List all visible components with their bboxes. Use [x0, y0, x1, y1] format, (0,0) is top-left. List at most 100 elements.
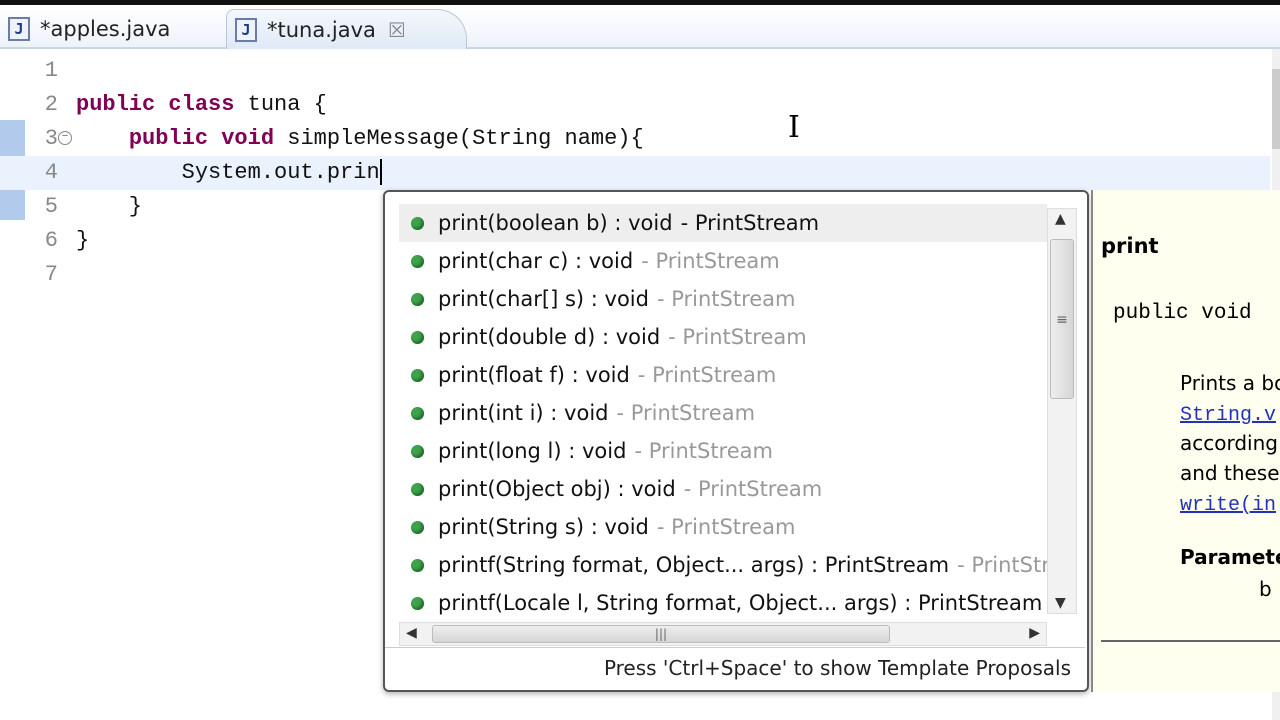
proposal-list[interactable]: print(boolean b) : void - PrintStream prin…	[399, 204, 1047, 624]
code-text: }	[76, 190, 142, 224]
proposal-item[interactable]: printf(String format, Object... args) : …	[399, 546, 1047, 584]
public-method-icon	[411, 368, 424, 382]
public-method-icon	[411, 254, 424, 268]
scroll-up-icon[interactable]: ▲	[1055, 211, 1066, 227]
proposal-declaring-type: - PrintStream	[680, 211, 820, 235]
scroll-left-icon[interactable]: ◀	[406, 625, 417, 641]
proposal-horizontal-scrollbar[interactable]: ◀ ||| ▶	[399, 622, 1047, 646]
proposal-signature: printf(Locale l, String format, Object..…	[438, 591, 1043, 615]
public-method-icon	[411, 444, 424, 458]
proposal-item[interactable]: print(boolean b) : void - PrintStream	[399, 204, 1047, 242]
public-method-icon	[411, 482, 424, 496]
proposal-signature: print(char[] s) : void	[438, 287, 649, 311]
proposal-signature: print(int i) : void	[438, 401, 609, 425]
code-text: }	[76, 224, 89, 258]
public-method-icon	[411, 216, 424, 230]
keyword: void	[221, 126, 275, 151]
doc-text: and these	[1180, 461, 1280, 485]
proposal-declaring-type: - PrintStream	[641, 249, 780, 273]
code-line[interactable]: 2 public class tuna {	[0, 88, 1270, 122]
tab-label: *tuna.java	[267, 17, 376, 42]
proposal-item[interactable]: print(String s) : void - PrintStream	[399, 508, 1047, 546]
code-line[interactable]: 3− public void simpleMessage(String name…	[0, 122, 1270, 156]
editor-tabs: J *apples.java J *tuna.java ☒	[0, 5, 1280, 49]
doc-param: b	[1259, 577, 1272, 601]
doc-signature: public void	[1113, 302, 1252, 325]
code-token: }	[76, 228, 90, 253]
proposal-declaring-type: - PrintStr	[957, 553, 1047, 577]
code-text: public class tuna {	[76, 88, 327, 122]
text-caret	[379, 159, 382, 186]
content-assist-popup: print(boolean b) : void - PrintStream prin…	[383, 190, 1089, 692]
public-method-icon	[411, 406, 424, 420]
code-token: tuna {	[234, 92, 327, 117]
public-method-icon	[411, 596, 424, 610]
proposal-declaring-type: - PrintStream	[656, 287, 796, 311]
proposal-item[interactable]: print(float f) : void - PrintStream	[399, 356, 1047, 394]
proposal-signature: print(double d) : void	[438, 325, 661, 349]
scroll-right-icon[interactable]: ▶	[1029, 625, 1040, 641]
proposal-declaring-type: - PrintStream	[637, 363, 777, 387]
tab-apples-java[interactable]: J *apples.java	[8, 9, 170, 49]
doc-title: print	[1101, 234, 1159, 258]
public-method-icon	[411, 558, 424, 572]
scroll-thumb[interactable]: |||	[432, 625, 890, 643]
keyword: class	[168, 92, 235, 117]
doc-params-heading: Paramete	[1180, 545, 1280, 569]
doc-text: Prints a bo	[1180, 371, 1280, 395]
doc-link[interactable]: write(in	[1180, 494, 1276, 517]
java-file-icon: J	[8, 17, 30, 41]
proposal-declaring-type: - PrintStream	[668, 325, 807, 349]
line-number: 7	[44, 262, 58, 287]
tab-label: *apples.java	[40, 17, 171, 41]
code-line[interactable]: 1	[0, 54, 1270, 88]
keyword: public	[76, 92, 156, 117]
proposal-item[interactable]: print(char c) : void - PrintStream	[399, 242, 1047, 280]
divider	[1101, 640, 1280, 642]
line-number: 1	[44, 58, 58, 83]
public-method-icon	[411, 330, 424, 344]
public-method-icon	[411, 520, 424, 534]
fold-toggle-icon[interactable]: −	[58, 131, 72, 145]
proposal-signature: print(boolean b) : void	[438, 211, 673, 235]
proposal-vertical-scrollbar[interactable]: ▲ ≡ ▼	[1047, 208, 1077, 614]
text-cursor-ibeam-icon: I	[788, 110, 800, 145]
doc-text: according	[1180, 431, 1278, 455]
scroll-down-icon[interactable]: ▼	[1055, 595, 1066, 611]
proposal-item[interactable]: printf(Locale l, String format, Object..…	[399, 584, 1047, 622]
proposal-declaring-type: - PrintStream	[656, 515, 796, 539]
code-text: public void simpleMessage(String name){	[76, 122, 644, 156]
proposal-declaring-type: - PrintStream	[616, 401, 756, 425]
code-text: System.out.prin	[76, 156, 382, 190]
line-number: 4	[44, 160, 58, 185]
doc-link[interactable]: String.v	[1180, 404, 1276, 427]
proposal-signature: print(String s) : void	[438, 515, 649, 539]
proposal-item[interactable]: print(double d) : void - PrintStream	[399, 318, 1047, 356]
proposal-item[interactable]: print(Object obj) : void - PrintStream	[399, 470, 1047, 508]
code-line[interactable]: 4 System.out.prin	[0, 156, 1270, 190]
proposal-declaring-type: - PrintStream	[634, 439, 773, 463]
proposal-item[interactable]: print(long l) : void - PrintStream	[399, 432, 1047, 470]
line-number: 3	[44, 126, 58, 151]
java-file-icon: J	[235, 17, 257, 42]
proposal-item[interactable]: print(char[] s) : void - PrintStream	[399, 280, 1047, 318]
proposal-item[interactable]: print(int i) : void - PrintStream	[399, 394, 1047, 432]
tab-tuna-java[interactable]: J *tuna.java ☒	[226, 9, 467, 49]
javadoc-hover: print public void Prints a bo String.v a…	[1091, 190, 1280, 692]
line-number: 2	[44, 92, 58, 117]
proposal-signature: printf(String format, Object... args) : …	[438, 553, 950, 577]
proposal-signature: print(char c) : void	[438, 249, 634, 273]
code-token: }	[76, 194, 143, 219]
template-proposals-hint: Press 'Ctrl+Space' to show Template Prop…	[385, 647, 1085, 680]
scroll-thumb[interactable]: ≡	[1050, 239, 1074, 399]
code-token: System.out.prin	[76, 160, 380, 185]
line-number: 6	[44, 228, 58, 253]
proposal-declaring-type: - PrintStream	[683, 477, 823, 501]
public-method-icon	[411, 292, 424, 306]
close-tab-icon[interactable]: ☒	[388, 18, 406, 42]
proposal-signature: print(float f) : void	[438, 363, 630, 387]
code-token: simpleMessage(String name){	[274, 126, 644, 151]
